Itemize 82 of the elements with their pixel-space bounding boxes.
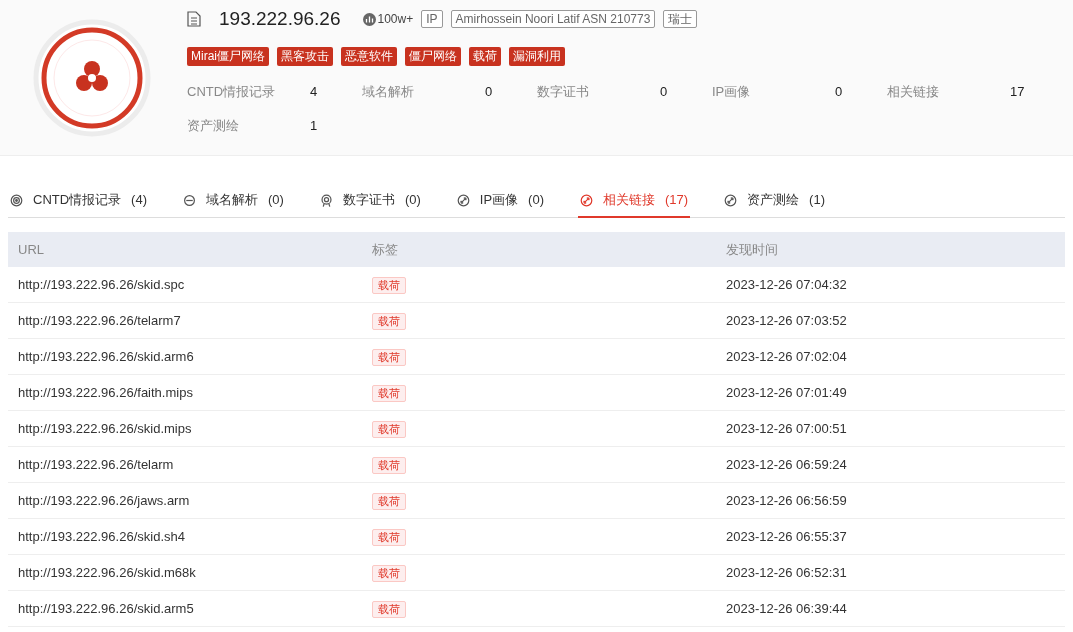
threat-tag: 恶意软件	[341, 47, 397, 66]
tab[interactable]: CNTD情报记录 (4)	[8, 184, 149, 218]
url-cell-text: http://193.222.96.26/skid.arm6	[17, 347, 195, 366]
stat-value: 0	[835, 83, 843, 101]
tag-label: 载荷	[372, 456, 406, 474]
url-cell-text: http://193.222.96.26/skid.arm5	[17, 599, 195, 618]
stat-value: 4	[310, 83, 318, 101]
threat-tag: Mirai僵尸网络	[187, 47, 269, 66]
chart-badge-icon	[362, 12, 376, 26]
url-cell-text: http://193.222.96.26/skid.sh4	[17, 527, 186, 546]
threat-tag: 载荷	[469, 47, 501, 66]
url-cell-text: http://193.222.96.26/faith.mips	[17, 383, 194, 402]
tag-label: 载荷	[372, 528, 406, 546]
url-cell-text: http://193.222.96.26/skid.mips	[17, 419, 193, 438]
url-cell-text: http://193.222.96.26/telarm	[17, 455, 175, 474]
threat-tag: 黑客攻击	[277, 47, 333, 66]
tag-label: 载荷	[372, 276, 406, 294]
time-cell-text: 2023-12-26 07:02:04	[725, 347, 848, 366]
stat-label: 相关链接	[887, 83, 940, 101]
tab-label: 相关链接	[602, 191, 655, 210]
tag-label: 载荷	[372, 312, 406, 330]
time-cell-text: 2023-12-26 07:01:49	[725, 383, 848, 402]
info-badge: Amirhossein Noori Latif ASN 210773	[450, 10, 656, 28]
time-cell-text: 2023-12-26 07:03:52	[725, 311, 848, 330]
column-header: URL	[17, 240, 45, 259]
tag-label: 载荷	[372, 384, 406, 402]
url-cell-text: http://193.222.96.26/telarm7	[17, 311, 182, 330]
stat-label: 域名解析	[362, 83, 415, 101]
time-cell-text: 2023-12-26 06:59:24	[725, 455, 848, 474]
tab[interactable]: 数字证书 (0)	[317, 184, 423, 218]
threat-tag: 漏洞利用	[509, 47, 565, 66]
stat-value: 1	[310, 117, 318, 135]
tab-label: IP画像	[479, 191, 519, 210]
link-icon	[456, 193, 470, 207]
tab-label: CNTD情报记录	[33, 191, 122, 210]
tab-count: (0)	[404, 191, 421, 210]
stat-value: 0	[485, 83, 493, 101]
tab[interactable]: IP画像 (0)	[454, 184, 546, 218]
document-icon	[187, 11, 201, 27]
url-cell-text: http://193.222.96.26/jaws.arm	[17, 491, 191, 510]
tag-label: 载荷	[372, 600, 406, 618]
time-cell-text: 2023-12-26 07:04:32	[725, 275, 848, 294]
tab[interactable]: 相关链接 (17)	[577, 184, 691, 218]
time-cell-text: 2023-12-26 06:55:37	[725, 527, 848, 546]
popularity-count: 100w+	[377, 11, 414, 28]
tag-label: 载荷	[372, 564, 406, 582]
tab-count: (0)	[528, 191, 544, 210]
time-cell-text: 2023-12-26 06:39:44	[725, 599, 848, 618]
tab[interactable]: 域名解析 (0)	[181, 184, 286, 218]
certificate-icon	[319, 193, 333, 207]
url-cell-text: http://193.222.96.26/skid.m68k	[17, 563, 197, 582]
tag-label: 载荷	[372, 420, 406, 438]
stat-value: 17	[1010, 83, 1025, 101]
time-cell-text: 2023-12-26 06:56:59	[725, 491, 848, 510]
time-cell-text: 2023-12-26 06:52:31	[725, 563, 848, 582]
tab-count: (4)	[131, 191, 147, 210]
stat-label: 数字证书	[537, 83, 590, 101]
stat-label: IP画像	[712, 83, 752, 101]
info-badge: 瑞士	[663, 10, 698, 28]
tab-count: (17)	[664, 191, 689, 210]
stat-value: 0	[660, 83, 668, 101]
tab-count: (1)	[809, 191, 825, 210]
signal-icon	[10, 193, 23, 207]
link-icon	[579, 193, 593, 207]
tab-label: 数字证书	[342, 191, 395, 210]
tag-label: 载荷	[372, 348, 406, 366]
tab[interactable]: 资产测绘 (1)	[722, 184, 827, 218]
url-cell-text: http://193.222.96.26/skid.spc	[17, 275, 186, 294]
threat-tag: 僵尸网络	[405, 47, 461, 66]
time-cell-text: 2023-12-26 07:00:51	[725, 419, 848, 438]
stat-label: 资产测绘	[187, 117, 240, 135]
column-header: 标签	[371, 240, 399, 259]
stat-label: CNTD情报记录	[187, 83, 277, 101]
tab-count: (0)	[268, 191, 284, 210]
circle-minus-icon	[183, 193, 196, 207]
info-badge: IP	[421, 10, 443, 28]
ip-address-title: 193.222.96.26	[219, 6, 341, 31]
link-icon	[724, 193, 738, 207]
tab-label: 资产测绘	[747, 191, 800, 210]
tab-label: 域名解析	[206, 191, 258, 210]
column-header: 发现时间	[725, 240, 779, 259]
tag-label: 载荷	[372, 492, 406, 510]
